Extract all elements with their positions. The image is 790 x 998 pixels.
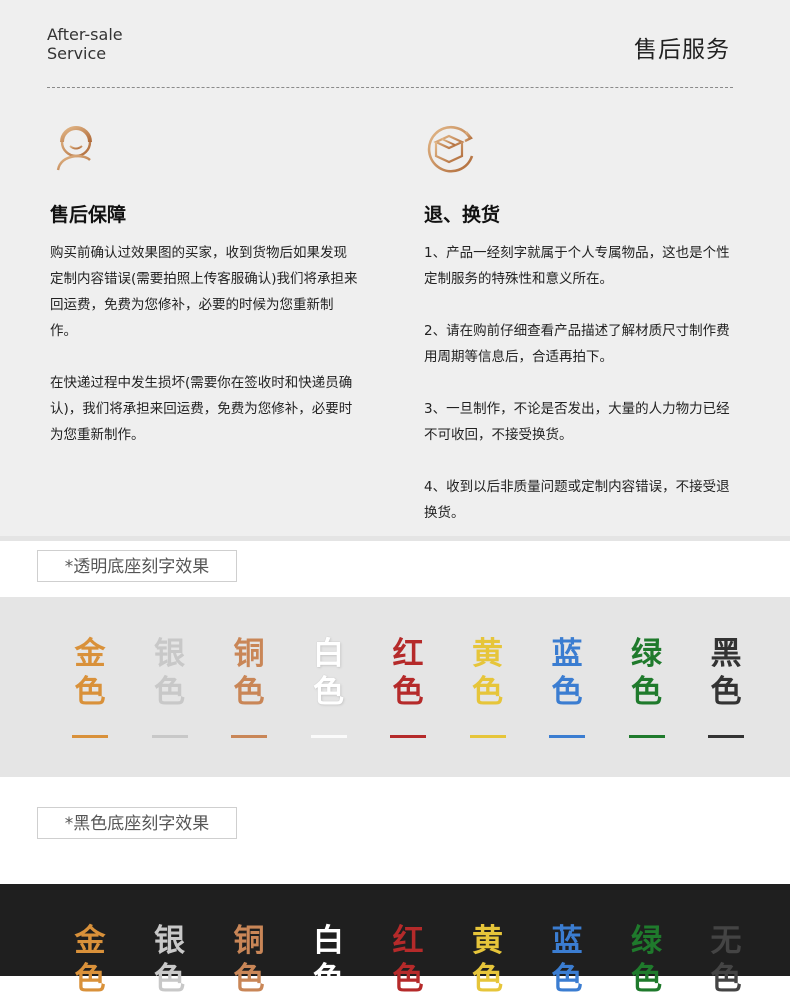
color-swatch: 蓝色 xyxy=(547,922,587,998)
swatch-char: 金 xyxy=(74,636,106,672)
swatch-underline xyxy=(310,735,347,738)
swatch-char: 色 xyxy=(233,674,265,710)
swatch-char: 红 xyxy=(392,636,424,672)
swatch-char: 色 xyxy=(551,674,583,710)
black-base-label: *黑色底座刻字效果 xyxy=(37,807,237,839)
swatch-underline xyxy=(72,735,108,738)
transparent-swatch-band: 金色银色铜色白色红色黄色蓝色绿色黑色 xyxy=(0,597,790,777)
swatch-underline xyxy=(628,735,665,738)
color-swatch: 铜色 xyxy=(229,635,269,738)
color-swatch: 绿色 xyxy=(627,635,667,738)
policy-item: 4、收到以后非质量问题或定制内容错误，不接受退换货。 xyxy=(424,479,730,521)
swatch-char: 无 xyxy=(710,923,742,959)
color-swatch: 铜色 xyxy=(229,922,269,998)
policy-item: 3、一旦制作，不论是否发出，大量的人力物力已经不可收回，不接受换货。 xyxy=(424,401,730,443)
color-swatch: 红色 xyxy=(388,635,428,738)
swatch-char: 色 xyxy=(551,961,583,997)
color-swatch: 金色 xyxy=(70,922,110,998)
color-swatch: 蓝色 xyxy=(547,635,587,738)
swatch-char: 黄 xyxy=(472,636,503,672)
return-policy-text: 1、产品一经刻字就属于个人专属物品，这也是个性定制服务的特殊性和意义所在。 2、… xyxy=(424,240,734,526)
customer-service-icon xyxy=(50,120,108,178)
swatch-underline xyxy=(469,735,506,738)
return-exchange-title: 退、换货 xyxy=(424,204,501,226)
swatch-char: 金 xyxy=(74,923,106,959)
swatch-char: 白 xyxy=(313,636,344,672)
swatch-char: 色 xyxy=(710,961,742,997)
swatch-char: 色 xyxy=(233,961,265,997)
guarantee-text: 购买前确认过效果图的买家，收到货物后如果发现定制内容错误(需要拍照上传客服确认)… xyxy=(50,240,360,448)
color-swatch: 金色 xyxy=(70,635,110,738)
swatch-char: 色 xyxy=(631,961,662,997)
swatch-char: 色 xyxy=(392,961,424,997)
swatch-underline xyxy=(390,735,426,738)
swatch-char: 蓝 xyxy=(551,636,583,672)
color-swatch: 无色 xyxy=(706,922,746,998)
color-swatch: 黄色 xyxy=(468,635,508,738)
transparent-base-label: *透明底座刻字效果 xyxy=(37,550,237,582)
color-swatch: 黑色 xyxy=(706,635,746,738)
black-swatch-band: 金色银色铜色白色红色黄色蓝色绿色无色 xyxy=(0,884,790,997)
page-title: 售后服务 xyxy=(634,37,730,63)
color-swatch: 银色 xyxy=(150,635,190,738)
brand-en-line1: After-sale xyxy=(47,25,123,44)
swatch-char: 铜 xyxy=(233,636,265,672)
policy-item: 2、请在购前仔细查看产品描述了解材质尺寸制作费用周期等信息后，合适再拍下。 xyxy=(424,323,730,365)
swatch-char: 色 xyxy=(710,674,742,710)
swatch-char: 银 xyxy=(154,923,185,959)
swatch-char: 色 xyxy=(74,674,106,710)
color-swatch: 黄色 xyxy=(468,922,508,998)
swatch-char: 色 xyxy=(631,674,662,710)
dashed-divider xyxy=(47,87,733,88)
swatch-char: 色 xyxy=(74,961,106,997)
policy-item: 1、产品一经刻字就属于个人专属物品，这也是个性定制服务的特殊性和意义所在。 xyxy=(424,245,730,287)
swatch-underline xyxy=(151,735,188,738)
swatch-underline xyxy=(549,735,585,738)
divider-strip xyxy=(0,536,790,541)
swatch-char: 色 xyxy=(313,674,344,710)
swatch-char: 色 xyxy=(154,961,185,997)
swatch-char: 绿 xyxy=(631,636,662,672)
color-swatch: 绿色 xyxy=(627,922,667,998)
swatch-char: 红 xyxy=(392,923,424,959)
brand-en-line2: Service xyxy=(47,44,107,63)
swatch-char: 色 xyxy=(392,674,424,710)
swatch-char: 色 xyxy=(313,961,344,997)
color-swatch: 银色 xyxy=(150,922,190,998)
swatch-char: 黑 xyxy=(710,636,742,672)
swatch-char: 色 xyxy=(154,674,185,710)
color-swatch: 红色 xyxy=(388,922,428,998)
swatch-char: 银 xyxy=(154,636,185,672)
after-sale-guarantee-title: 售后保障 xyxy=(50,204,127,226)
swatch-char: 黄 xyxy=(472,923,503,959)
guarantee-paragraph: 购买前确认过效果图的买家，收到货物后如果发现定制内容错误(需要拍照上传客服确认)… xyxy=(50,245,358,339)
color-swatch: 白色 xyxy=(309,635,349,738)
swatch-char: 绿 xyxy=(631,923,662,959)
brand-english: After-sale Service xyxy=(47,25,123,63)
swatch-char: 色 xyxy=(472,674,503,710)
box-return-icon xyxy=(422,120,480,178)
guarantee-paragraph: 在快递过程中发生损坏(需要你在签收时和快递员确认)，我们将承担来回运费，免费为您… xyxy=(50,375,353,443)
swatch-char: 白 xyxy=(313,923,344,959)
color-swatch: 白色 xyxy=(309,922,349,998)
swatch-char: 蓝 xyxy=(551,923,583,959)
swatch-underline xyxy=(231,735,267,738)
swatch-char: 色 xyxy=(472,961,503,997)
swatch-underline xyxy=(708,735,744,738)
swatch-char: 铜 xyxy=(233,923,265,959)
